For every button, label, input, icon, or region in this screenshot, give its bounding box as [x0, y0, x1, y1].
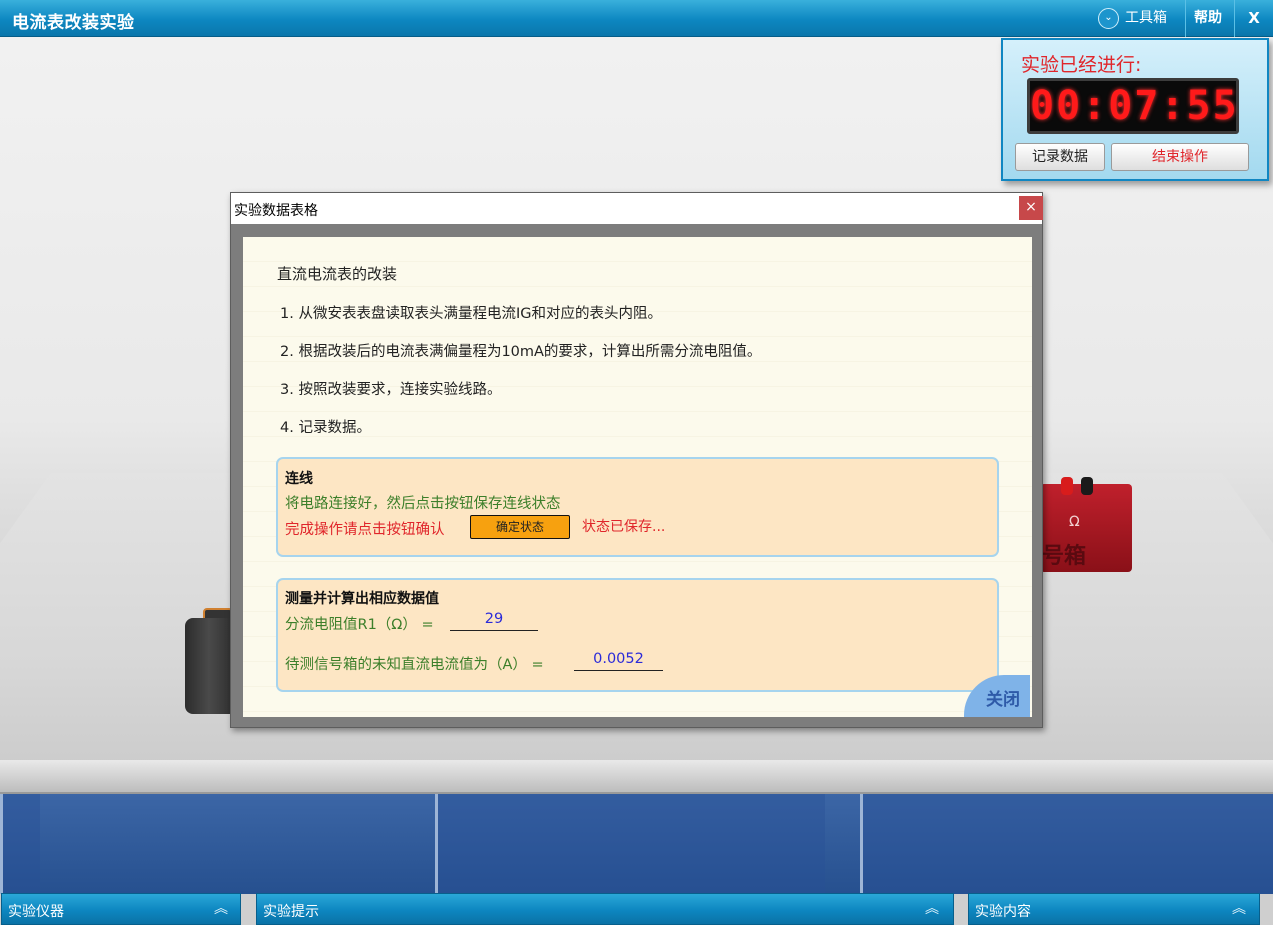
- current-label: 待测信号箱的未知直流电流值为（A） =: [285, 657, 544, 673]
- close-app-button[interactable]: X: [1234, 0, 1273, 37]
- data-table-dialog: 实验数据表格 × 直流电流表的改装 1. 从微安表表盘读取表头满量程电流IG和对…: [230, 192, 1043, 728]
- cabinet-panel: [860, 794, 1273, 894]
- hints-bar[interactable]: 实验提示 ︽: [256, 893, 954, 925]
- dialog-close-button[interactable]: ×: [1019, 196, 1043, 220]
- expand-up-icon: ︽: [925, 901, 939, 917]
- timer-panel: 实验已经进行: 00:07:55 记录数据 结束操作: [1001, 38, 1269, 181]
- wiring-section: 连线 将电路连接好，然后点击按钮保存连线状态 完成操作请点击按钮确认 确定状态 …: [276, 457, 999, 557]
- toolbox-button[interactable]: ⌄ 工具箱: [1090, 0, 1184, 37]
- confirm-state-button[interactable]: 确定状态: [470, 515, 570, 539]
- expand-up-icon: ︽: [1232, 901, 1246, 917]
- lab-table-edge: [0, 760, 1273, 794]
- current-input[interactable]: 0.0052: [574, 647, 663, 671]
- wiring-prompt: 完成操作请点击按钮确认: [285, 522, 445, 538]
- cabinet-panel: [0, 794, 40, 894]
- dialog-titlebar[interactable]: 实验数据表格 ×: [231, 193, 1043, 224]
- step-item: 3. 按照改装要求，连接实验线路。: [280, 382, 502, 398]
- wiring-instruction: 将电路连接好，然后点击按钮保存连线状态: [285, 496, 561, 512]
- measure-title: 测量并计算出相应数据值: [285, 591, 439, 607]
- red-terminal[interactable]: [1061, 477, 1073, 495]
- instruments-label: 实验仪器: [8, 904, 64, 920]
- content-bar[interactable]: 实验内容 ︽: [968, 893, 1260, 925]
- r1-input[interactable]: 29: [450, 607, 538, 631]
- wiring-status: 状态已保存...: [582, 519, 666, 535]
- timer-label: 实验已经进行:: [1021, 54, 1142, 76]
- step-item: 1. 从微安表表盘读取表头满量程电流IG和对应的表头内阻。: [280, 306, 662, 322]
- expand-up-icon: ︽: [214, 901, 228, 917]
- toolbox-label: 工具箱: [1125, 10, 1167, 26]
- cabinet-panel: [435, 794, 825, 894]
- r1-label: 分流电阻值R1（Ω） =: [285, 617, 434, 633]
- instruments-bar[interactable]: 实验仪器 ︽: [1, 893, 241, 925]
- step-item: 4. 记录数据。: [280, 420, 371, 436]
- measure-section: 测量并计算出相应数据值 分流电阻值R1（Ω） = 29 待测信号箱的未知直流电流…: [276, 578, 999, 692]
- top-bar: 电流表改装实验 ⌄ 工具箱 帮助 X: [0, 0, 1273, 37]
- sheet-heading: 直流电流表的改装: [277, 265, 398, 283]
- chevron-down-icon: ⌄: [1098, 7, 1119, 29]
- record-data-button[interactable]: 记录数据: [1015, 143, 1105, 171]
- wiring-title: 连线: [285, 471, 313, 487]
- dialog-title: 实验数据表格: [234, 203, 318, 219]
- step-item: 2. 根据改装后的电流表满偏量程为10mA的要求，计算出所需分流电阻值。: [280, 344, 762, 360]
- close-corner-label: 关闭: [986, 690, 1020, 710]
- dialog-body: 直流电流表的改装 1. 从微安表表盘读取表头满量程电流IG和对应的表头内阻。 2…: [243, 237, 1032, 717]
- end-operation-button[interactable]: 结束操作: [1111, 143, 1249, 171]
- help-button[interactable]: 帮助: [1185, 0, 1233, 37]
- resistance-box-symbol: Ω: [1069, 514, 1080, 530]
- content-label: 实验内容: [975, 904, 1031, 920]
- app-title: 电流表改装实验: [12, 13, 135, 33]
- timer-display: 00:07:55: [1027, 78, 1239, 134]
- black-terminal[interactable]: [1081, 477, 1093, 495]
- resistance-box-label: 号箱: [1042, 544, 1087, 569]
- hints-label: 实验提示: [263, 904, 319, 920]
